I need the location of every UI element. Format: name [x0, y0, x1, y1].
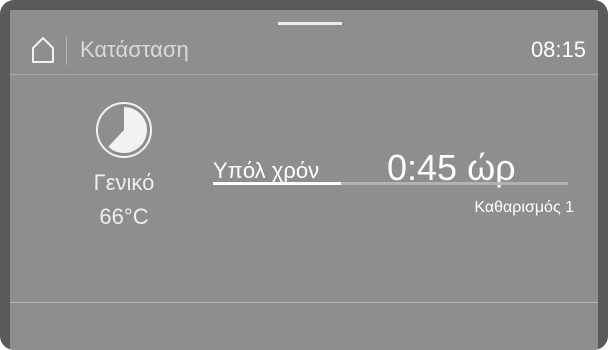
- program-temperature: 66°C: [99, 204, 149, 229]
- top-handle: [278, 22, 342, 25]
- clock-time: 08:15: [530, 37, 586, 62]
- program-name: Γενικό: [93, 170, 155, 195]
- header-divider: [66, 37, 67, 65]
- pie-progress-icon: [96, 102, 152, 158]
- page-title: Κατάσταση: [80, 37, 189, 62]
- home-icon[interactable]: [31, 36, 55, 64]
- status-header: Κατάσταση 08:15: [10, 26, 598, 74]
- device-bezel: Κατάσταση 08:15 Γενικό 66°C Υπόλ χρόν 0:…: [0, 0, 608, 350]
- program-phase: Καθαρισμός 1: [474, 199, 574, 216]
- remaining-time-label: Υπόλ χρόν: [213, 158, 320, 183]
- footer-separator: [10, 302, 598, 303]
- progress-bar: [213, 182, 568, 185]
- header-separator: [10, 74, 598, 75]
- display-screen: Κατάσταση 08:15 Γενικό 66°C Υπόλ χρόν 0:…: [10, 10, 598, 350]
- progress-bar-fill: [213, 182, 341, 185]
